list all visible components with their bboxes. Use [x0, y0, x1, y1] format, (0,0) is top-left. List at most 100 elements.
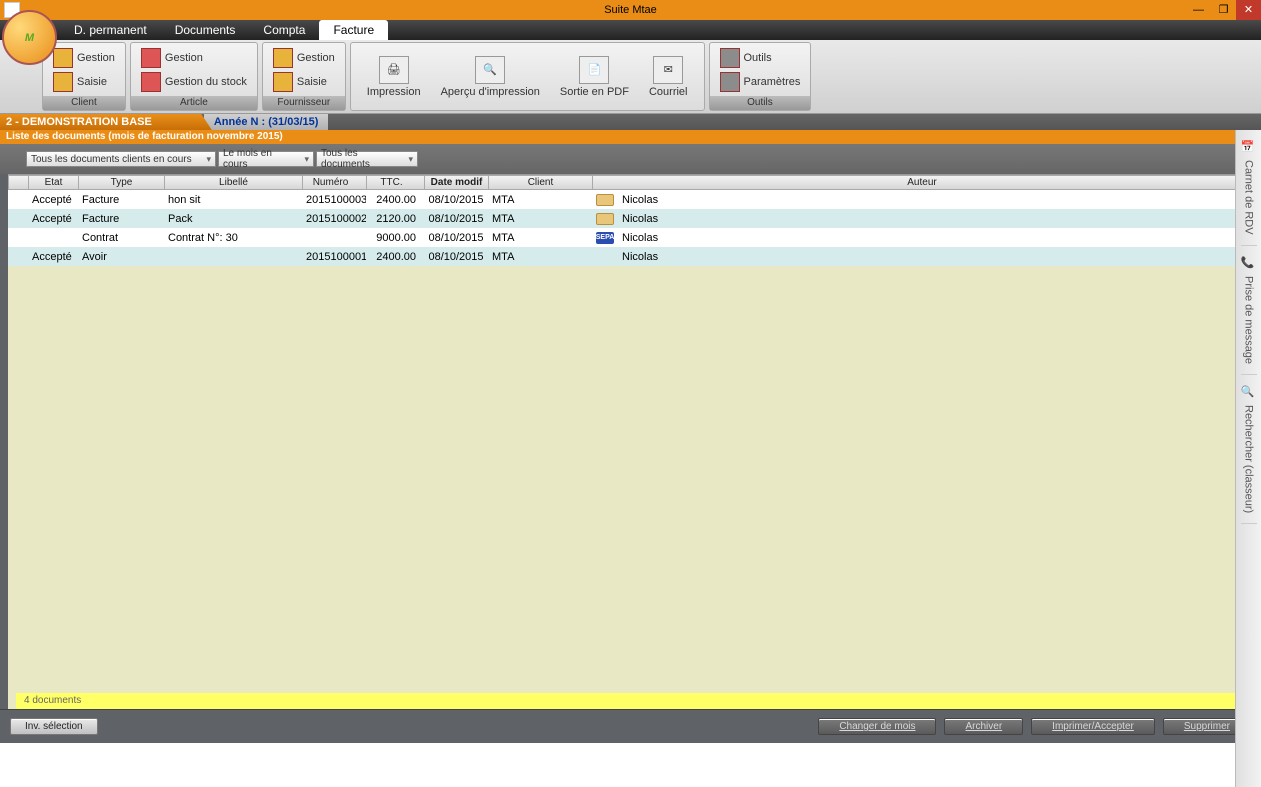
- cell-auteur: Nicolas: [618, 232, 1253, 244]
- phone-icon: 📞: [1241, 256, 1257, 272]
- ribbon-group-outils: Outils Paramètres Outils: [709, 42, 812, 111]
- close-button[interactable]: ✕: [1236, 0, 1261, 20]
- table-row[interactable]: AcceptéFacturehon sit20151000032400.0008…: [8, 190, 1253, 209]
- fourn-saisie-button[interactable]: Saisie: [273, 72, 335, 92]
- pdf-button[interactable]: 📄Sortie en PDF: [550, 54, 639, 100]
- col-auteur[interactable]: Auteur: [593, 176, 1252, 189]
- ribbon-group-fournisseur: Gestion Saisie Fournisseur: [262, 42, 346, 111]
- filter-doc-type[interactable]: Tous les documents clients en cours: [26, 151, 216, 167]
- cell-numero: 2015100003: [302, 194, 366, 206]
- cell-ttc: 2120.00: [366, 213, 424, 225]
- minimize-button[interactable]: —: [1186, 0, 1211, 20]
- document-icon: [596, 194, 614, 206]
- cell-ttc: 2400.00: [366, 194, 424, 206]
- col-date-modif[interactable]: Date modif: [425, 176, 489, 189]
- app-logo: M: [2, 10, 57, 65]
- side-message-tab[interactable]: 📞 Prise de message: [1241, 246, 1257, 375]
- client-saisie-button[interactable]: Saisie: [53, 72, 115, 92]
- cell-type: Contrat: [78, 232, 164, 244]
- calendar-icon: 📅: [1241, 140, 1257, 156]
- cell-date: 08/10/2015: [424, 213, 488, 225]
- list-title: Liste des documents (mois de facturation…: [0, 130, 1261, 144]
- cell-date: 08/10/2015: [424, 251, 488, 263]
- cell-date: 08/10/2015: [424, 232, 488, 244]
- cell-client: MTA: [488, 251, 592, 263]
- menu-facture[interactable]: Facture: [319, 20, 388, 40]
- cell-type: Facture: [78, 194, 164, 206]
- menu-compta[interactable]: Compta: [249, 20, 319, 40]
- search-icon: 🔍: [1241, 385, 1257, 401]
- cell-client: MTA: [488, 232, 592, 244]
- ribbon-group-article: Gestion Gestion du stock Article: [130, 42, 258, 111]
- side-rdv-tab[interactable]: 📅 Carnet de RDV: [1241, 130, 1257, 246]
- magnifier-icon: 🔍: [475, 56, 505, 84]
- filter-bar: Tous les documents clients en cours Le m…: [0, 144, 1261, 174]
- maximize-button[interactable]: ❐: [1211, 0, 1236, 20]
- box-icon: [141, 48, 161, 68]
- cell-libelle: Pack: [164, 213, 302, 225]
- document-icon: [596, 213, 614, 225]
- pdf-icon: 📄: [579, 56, 609, 84]
- ribbon-group-label: Outils: [710, 96, 811, 110]
- article-gestion-button[interactable]: Gestion: [141, 48, 247, 68]
- cell-libelle: Contrat N°: 30: [164, 232, 302, 244]
- status-bar: 4 documents: [16, 693, 1245, 709]
- menu-documents[interactable]: Documents: [161, 20, 250, 40]
- ribbon-group-label: Fournisseur: [263, 96, 345, 110]
- side-label: Prise de message: [1243, 276, 1255, 364]
- ribbon: Gestion Saisie Client Gestion Gestion du…: [0, 40, 1261, 114]
- side-label: Rechercher (classeur): [1243, 405, 1255, 513]
- table-header: Etat Type Libellé Numéro doc. TTC. Date …: [8, 175, 1253, 190]
- settings-button[interactable]: Paramètres: [720, 72, 801, 92]
- col-type[interactable]: Type: [79, 176, 165, 189]
- side-panel: 📅 Carnet de RDV 📞 Prise de message 🔍 Rec…: [1235, 130, 1261, 787]
- cell-auteur: Nicolas: [618, 194, 1253, 206]
- folder-icon: [273, 48, 293, 68]
- menu-permanent[interactable]: D. permanent: [60, 20, 161, 40]
- cell-etat: Accepté: [28, 213, 78, 225]
- window-title: Suite Mtae: [604, 4, 657, 16]
- mail-button[interactable]: ✉Courriel: [639, 54, 698, 100]
- preview-button[interactable]: 🔍Aperçu d'impression: [431, 54, 550, 100]
- col-libelle[interactable]: Libellé: [165, 176, 303, 189]
- archive-button[interactable]: Archiver: [944, 718, 1023, 735]
- ribbon-group-print: 🖨Impression 🔍Aperçu d'impression 📄Sortie…: [350, 42, 705, 111]
- inv-selection-button[interactable]: Inv. sélection: [10, 718, 98, 735]
- client-gestion-button[interactable]: Gestion: [53, 48, 115, 68]
- bottom-bar: Inv. sélection Changer de mois Archiver …: [0, 709, 1261, 743]
- col-ttc[interactable]: TTC.: [367, 176, 425, 189]
- cell-auteur: Nicolas: [618, 213, 1253, 225]
- cell-client: MTA: [488, 213, 592, 225]
- cell-ttc: 9000.00: [366, 232, 424, 244]
- col-etat[interactable]: Etat: [29, 176, 79, 189]
- col-icon[interactable]: [9, 176, 29, 189]
- col-numero[interactable]: Numéro doc.: [303, 176, 367, 189]
- folder-icon: [53, 48, 73, 68]
- title-bar: Suite Mtae — ❐ ✕: [0, 0, 1261, 20]
- tools-button[interactable]: Outils: [720, 48, 801, 68]
- edit-icon: [273, 72, 293, 92]
- sepa-icon: SEPA: [596, 232, 615, 244]
- change-month-button[interactable]: Changer de mois: [818, 718, 936, 735]
- mail-icon: ✉: [653, 56, 683, 84]
- col-client[interactable]: Client: [489, 176, 593, 189]
- print-accept-button[interactable]: Imprimer/Accepter: [1031, 718, 1155, 735]
- side-search-tab[interactable]: 🔍 Rechercher (classeur): [1241, 375, 1257, 524]
- cell-etat: Accepté: [28, 251, 78, 263]
- side-label: Carnet de RDV: [1243, 160, 1255, 235]
- cell-type: Avoir: [78, 251, 164, 263]
- article-stock-button[interactable]: Gestion du stock: [141, 72, 247, 92]
- table-row[interactable]: AcceptéAvoir20151000012400.0008/10/2015M…: [8, 247, 1253, 266]
- table-container: Etat Type Libellé Numéro doc. TTC. Date …: [0, 174, 1261, 709]
- cell-numero: 2015100002: [302, 213, 366, 225]
- printer-icon: 🖨: [379, 56, 409, 84]
- cell-ttc: 2400.00: [366, 251, 424, 263]
- print-button[interactable]: 🖨Impression: [357, 54, 431, 100]
- ribbon-group-client: Gestion Saisie Client: [42, 42, 126, 111]
- filter-scope[interactable]: Tous les documents: [316, 151, 418, 167]
- table-row[interactable]: ContratContrat N°: 30 9000.0008/10/2015MT…: [8, 228, 1253, 247]
- filter-period[interactable]: Le mois en cours: [218, 151, 314, 167]
- ribbon-group-label: Client: [43, 96, 125, 110]
- table-row[interactable]: AcceptéFacturePack20151000022120.0008/10…: [8, 209, 1253, 228]
- fourn-gestion-button[interactable]: Gestion: [273, 48, 335, 68]
